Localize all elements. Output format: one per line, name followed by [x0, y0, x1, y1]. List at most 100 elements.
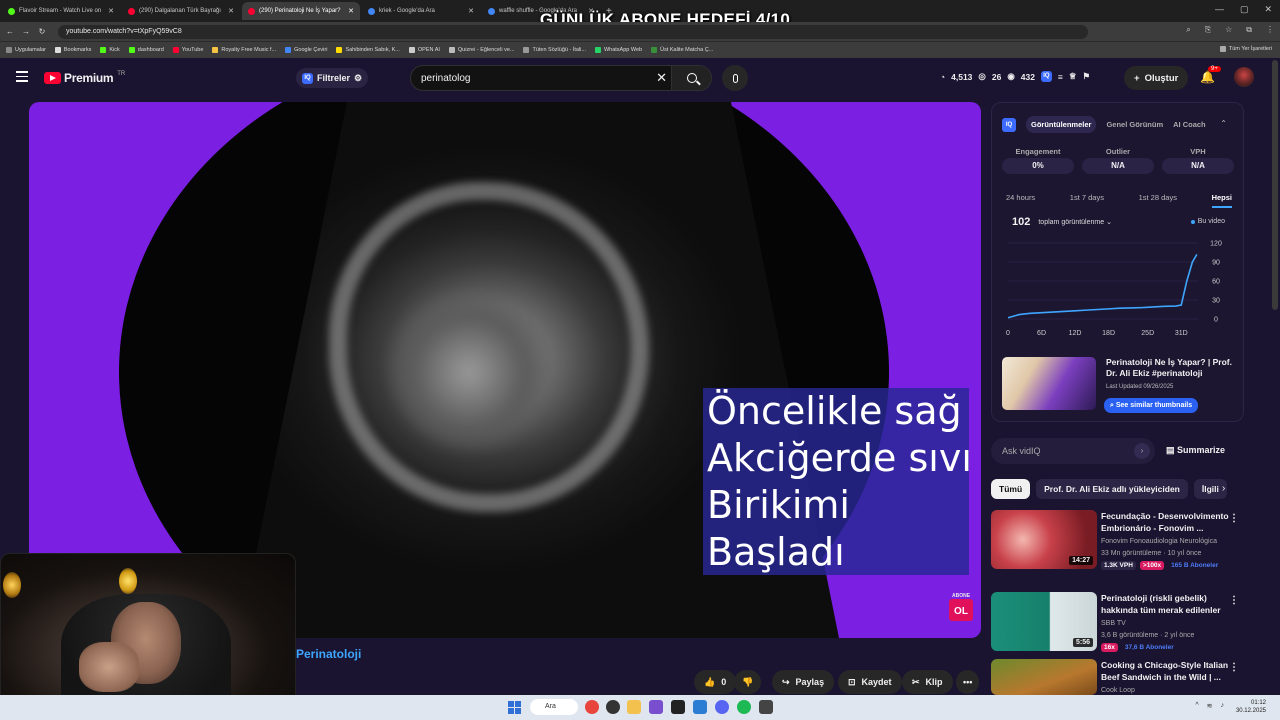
create-button[interactable]: + Oluştur [1124, 66, 1189, 90]
metric-engagement: Engagement 0% [1002, 147, 1074, 174]
vph-badge: 1.3K VPH [1101, 561, 1136, 570]
apps-icon [6, 47, 12, 53]
search-input[interactable]: perinatolog ✕ [410, 65, 712, 91]
terminal-icon[interactable] [671, 700, 685, 714]
bookmark[interactable]: Quizrei - Eğlenceli ve... [448, 47, 514, 53]
more-vert-icon[interactable]: ⋮ [1229, 662, 1239, 673]
bookmark[interactable]: Google Çeviri [285, 47, 327, 53]
taskbar-clock[interactable]: 01:12 30.12.2025 [1236, 699, 1266, 715]
bookmark[interactable]: Royalty Free Music f... [212, 47, 276, 53]
taskbar-search[interactable]: Ara [530, 699, 578, 715]
wifi-icon[interactable]: ≋ [1207, 702, 1213, 710]
avatar[interactable] [1234, 67, 1254, 87]
period-7d[interactable]: 1st 7 days [1070, 193, 1104, 208]
list-item[interactable]: 5:56 Perinatoloji (riskli gebelik) hakkı… [991, 592, 1244, 652]
share-label: Paylaş [795, 677, 825, 687]
page-scrollbar[interactable] [1272, 60, 1278, 310]
bookmark[interactable]: Tüten Sözlüğü - İtali... [523, 47, 586, 53]
tab-overview[interactable]: Genel Görünüm [1106, 120, 1163, 129]
all-bookmarks[interactable]: Tüm Yer İşaretleri [1219, 46, 1272, 52]
chrome-icon[interactable] [585, 700, 599, 714]
share-button[interactable]: ↪ Paylaş [772, 670, 835, 694]
watermark-text: OL [954, 606, 968, 617]
period-28d[interactable]: 1st 28 days [1139, 193, 1177, 208]
more-vert-icon[interactable]: ⋮ [1229, 595, 1239, 606]
total-views: 102 [1012, 216, 1031, 228]
menu-icon[interactable]: ⋮ [1266, 25, 1274, 35]
search-button[interactable] [671, 66, 711, 90]
spotify-icon[interactable] [737, 700, 751, 714]
chevron-right-icon[interactable]: › [1222, 483, 1225, 494]
period-24h[interactable]: 24 hours [1006, 193, 1035, 208]
bookmark[interactable]: YouTube [172, 47, 203, 53]
obs-icon[interactable] [606, 700, 620, 714]
chevron-up-icon[interactable]: ⌃ [1220, 119, 1227, 128]
voice-search-button[interactable] [722, 65, 748, 91]
dislike-button[interactable]: 👎 [734, 670, 762, 694]
save-button[interactable]: ⊡ Kaydet [838, 670, 902, 694]
chip-all[interactable]: Tümü [991, 479, 1031, 499]
notifications-bell-icon[interactable]: 🔔 9+ [1200, 66, 1221, 84]
bookmark[interactable]: OPEN AI [408, 47, 440, 53]
list-item[interactable]: Cooking a Chicago-Style Italian Beef San… [991, 659, 1244, 695]
ultrasound-detail [389, 292, 549, 452]
bookmark[interactable]: Üst Kalite Matcha Ç... [651, 47, 713, 53]
bookmark[interactable]: WhatsApp Web [594, 47, 642, 53]
bookmark[interactable]: Kick [100, 47, 120, 53]
file-explorer-icon[interactable] [627, 700, 641, 714]
star-icon[interactable]: ☆ [1225, 25, 1232, 35]
similar-thumbnails-button[interactable]: ⌕ See similar thumbnails [1104, 398, 1199, 413]
ask-vidiq-input[interactable]: Ask vidIQ › [991, 438, 1155, 464]
bookmark-label: OPEN AI [417, 47, 440, 53]
clip-button[interactable]: ✂ Klip [902, 670, 953, 694]
stats-icon[interactable]: ≡ [1058, 72, 1063, 82]
hamburger-menu-icon[interactable] [16, 71, 28, 85]
url-field[interactable]: youtube.com/watch?v=tXpFyQ59vC8 [58, 24, 1088, 39]
chevron-up-icon[interactable]: ^ [1195, 702, 1198, 710]
vidiq-filters-button[interactable]: IQ Filtreler ⚙ [296, 68, 369, 88]
subscribe-watermark[interactable]: ABONE OL [949, 593, 973, 621]
clear-search-icon[interactable]: ✕ [656, 70, 667, 86]
list-item[interactable]: 14:27 Fecundação - Desenvolvimento Embri… [991, 510, 1244, 570]
more-actions-button[interactable]: ••• [956, 670, 980, 694]
discord-icon[interactable] [715, 700, 729, 714]
volume-icon[interactable]: ♪ [1221, 702, 1225, 710]
metric-dropdown[interactable]: toplam görüntülenme ⌄ [1038, 218, 1112, 226]
plus-icon: + [1134, 72, 1140, 84]
bookmark[interactable]: dashboard [128, 47, 164, 53]
youtube-premium-logo[interactable]: Premium TR [44, 71, 125, 85]
share-icon[interactable]: ⎘ [1205, 25, 1211, 35]
summarize-button[interactable]: ▤ Summarize [1166, 445, 1225, 456]
subtitle-line: Öncelikle sağ [707, 389, 962, 433]
bookmark-apps[interactable]: Uygulamalar [6, 47, 46, 53]
rec-tags: 1.3K VPH >100x 165 B Aboneler [1101, 561, 1221, 570]
trophy-icon[interactable]: ♕ [1069, 71, 1077, 82]
app-icon[interactable] [693, 700, 707, 714]
period-all[interactable]: Hepsi [1211, 193, 1232, 208]
bookmark-label: Royalty Free Music f... [221, 47, 277, 53]
tab-ai-coach[interactable]: AI Coach [1173, 120, 1206, 129]
button-label: See similar thumbnails [1115, 402, 1193, 409]
app-icon[interactable] [649, 700, 663, 714]
thumbs-down-icon: 👎 [742, 676, 754, 687]
bookmark-label: dashboard [137, 47, 164, 53]
reload-icon[interactable]: ↻ [36, 27, 48, 36]
forward-icon[interactable]: → [20, 27, 32, 36]
bookmark[interactable]: Sahibinden Sabık, K... [336, 47, 400, 53]
vidiq-icon[interactable]: IQ [1040, 71, 1052, 82]
tab-views[interactable]: Görüntülenmeler [1026, 116, 1097, 133]
subscribers-count: 432 [1020, 71, 1035, 82]
bookmark[interactable]: Bookmarks [54, 47, 91, 53]
back-icon[interactable]: ← [4, 27, 16, 36]
like-button[interactable]: 👍 0 [694, 670, 737, 694]
send-icon[interactable]: › [1134, 443, 1150, 459]
metric-label: VPH [1190, 147, 1206, 156]
zoom-icon[interactable]: ⌕ [1186, 25, 1190, 35]
windows-start-icon[interactable] [508, 701, 521, 714]
extensions-icon[interactable]: ⧉ [1246, 25, 1252, 35]
more-vert-icon[interactable]: ⋮ [1229, 513, 1239, 524]
boost-icon[interactable]: ⚑ [1083, 71, 1091, 82]
chip-uploader[interactable]: Prof. Dr. Ali Ekiz adlı yükleyiciden [1036, 479, 1188, 499]
y-tick-label: 60 [1212, 279, 1220, 286]
app-icon[interactable] [759, 700, 773, 714]
